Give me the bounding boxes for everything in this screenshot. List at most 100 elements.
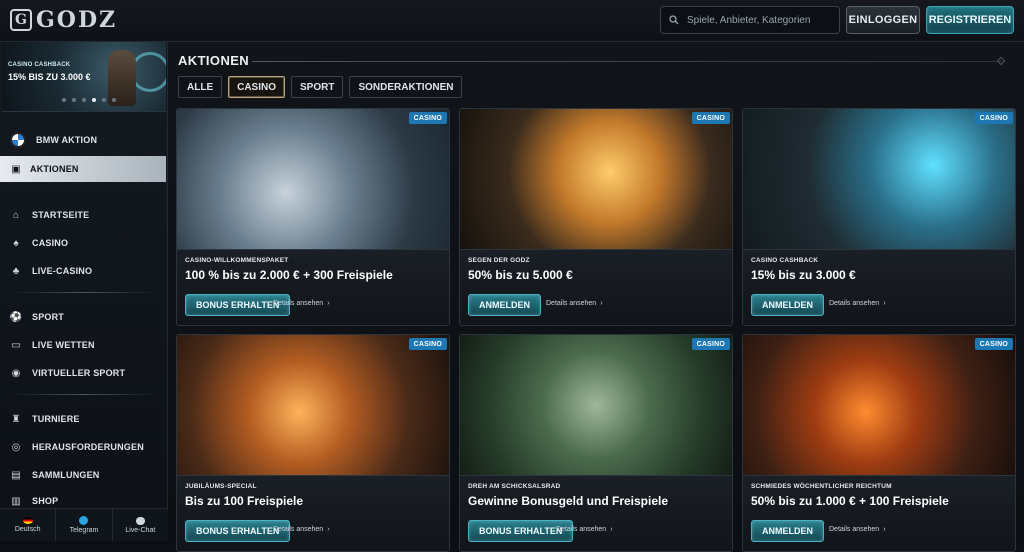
promo-card-image (743, 109, 1015, 249)
chat-bubble-icon (135, 516, 145, 525)
chevron-right-icon: › (327, 526, 330, 533)
login-button[interactable]: EINLOGGEN (846, 6, 920, 34)
sidebar-item-startseite[interactable]: ⌂ STARTSEITE (0, 204, 166, 226)
sidebar-item-herausforderungen[interactable]: ◎ HERAUSFORDERUNGEN (0, 436, 166, 458)
casino-icon: ♠ (13, 237, 19, 249)
filter-tab-sonderaktionen[interactable]: SONDERAKTIONEN (349, 76, 463, 98)
collection-icon: ▤ (11, 469, 21, 481)
search-icon (669, 15, 679, 25)
sidebar-item-live-wetten[interactable]: ▭ LIVE WETTEN (0, 334, 166, 356)
anmelden-button[interactable]: ANMELDEN (751, 520, 824, 542)
sidebar-item-bmw-aktion[interactable]: BMW AKTION (0, 126, 166, 154)
search-bar[interactable] (660, 6, 840, 34)
sidebar-item-label: SPORT (32, 312, 65, 322)
chevron-right-icon: › (883, 526, 886, 533)
details-link[interactable]: Details ansehen › (829, 300, 886, 307)
carousel-dot[interactable] (62, 98, 66, 102)
promo-card[interactable]: CASINO SEGEN DER GODZ 50% bis zu 5.000 €… (459, 108, 733, 326)
promo-card-info: SEGEN DER GODZ 50% bis zu 5.000 € ANMELD… (460, 249, 732, 325)
details-label: Details ansehen (273, 300, 324, 307)
language-label: Deutsch (14, 526, 41, 533)
filter-tab-casino[interactable]: CASINO (228, 76, 286, 98)
sidebar-promo-banner[interactable]: CASINO CASHBACK 15% BIS ZU 3.000 € (2, 42, 166, 112)
sidebar-item-label: TURNIERE (32, 414, 80, 424)
promo-card-offer: 100 % bis zu 2.000 € + 300 Freispiele (185, 268, 393, 282)
details-label: Details ansehen (829, 300, 880, 307)
live-chat-button[interactable]: Live-Chat (113, 509, 168, 541)
sidebar-item-label: LIVE-CASINO (32, 266, 93, 276)
carousel-dot-active[interactable] (92, 98, 96, 102)
sidebar-item-casino[interactable]: ♠ CASINO (0, 232, 166, 254)
chevron-right-icon: › (610, 526, 613, 533)
sidebar-item-label: SAMMLUNGEN (32, 470, 100, 480)
anmelden-button[interactable]: ANMELDEN (468, 294, 541, 316)
sidebar-item-label: HERAUSFORDERUNGEN (32, 442, 144, 452)
sidebar-item-label: BMW AKTION (36, 135, 98, 145)
promo-card-info: CASINO CASHBACK 15% bis zu 3.000 € ANMEL… (743, 249, 1015, 325)
telegram-label: Telegram (69, 527, 99, 534)
promo-card-subtitle: SEGEN DER GODZ (468, 257, 530, 264)
live-betting-icon: ▭ (11, 339, 21, 351)
details-link[interactable]: Details ansehen › (546, 300, 603, 307)
promo-card-info: JUBILÄUMS-SPECIAL Bis zu 100 Freispiele … (177, 475, 449, 551)
promo-card-offer: 50% bis zu 1.000 € + 100 Freispiele (751, 494, 949, 508)
home-icon: ⌂ (12, 209, 20, 221)
title-divider-line (252, 61, 1002, 62)
details-link[interactable]: Details ansehen › (273, 526, 330, 533)
sidebar-item-live-casino[interactable]: ♣ LIVE-CASINO (0, 260, 166, 282)
promo-carousel-dots[interactable] (62, 98, 116, 102)
main-content: AKTIONEN ALLE CASINO SPORT SONDERAKTIONE… (168, 42, 1024, 552)
promo-card-image (177, 109, 449, 249)
top-header: G GODZ EINLOGGEN REGISTRIEREN (0, 0, 1024, 42)
godz-logo[interactable]: G GODZ (10, 6, 117, 34)
promo-card-subtitle: JUBILÄUMS-SPECIAL (185, 483, 257, 490)
casino-badge: CASINO (408, 112, 447, 124)
details-link[interactable]: Details ansehen › (556, 526, 613, 533)
sidebar-item-turniere[interactable]: ♜ TURNIERE (0, 408, 166, 430)
live-chat-label: Live-Chat (125, 526, 156, 534)
promo-tag: CASINO CASHBACK (8, 62, 71, 68)
telegram-icon (79, 516, 89, 525)
carousel-dot[interactable] (72, 98, 76, 102)
promo-card[interactable]: CASINO SCHMIEDES WÖCHENTLICHER REICHTUM … (742, 334, 1016, 552)
promo-card-subtitle: CASINO-WILLKOMMENSPAKET (185, 257, 289, 264)
details-label: Details ansehen (556, 526, 607, 533)
language-selector[interactable]: Deutsch (0, 509, 57, 541)
sidebar-item-label: STARTSEITE (32, 210, 90, 220)
register-button[interactable]: REGISTRIEREN (926, 6, 1014, 34)
promo-card-info: DREH AM SCHICKSALSRAD Gewinne Bonusgeld … (460, 475, 732, 551)
promo-card[interactable]: CASINO CASINO CASHBACK 15% bis zu 3.000 … (742, 108, 1016, 326)
promo-card-info: CASINO-WILLKOMMENSPAKET 100 % bis zu 2.0… (177, 249, 449, 325)
page-title: AKTIONEN (178, 53, 250, 68)
german-flag-icon (22, 517, 33, 524)
details-link[interactable]: Details ansehen › (273, 300, 330, 307)
filter-tab-alle[interactable]: ALLE (178, 76, 223, 98)
promo-card[interactable]: CASINO CASINO-WILLKOMMENSPAKET 100 % bis… (176, 108, 450, 326)
promo-title: 15% BIS ZU 3.000 € (8, 72, 91, 82)
sidebar-item-sammlungen[interactable]: ▤ SAMMLUNGEN (0, 464, 166, 486)
details-link[interactable]: Details ansehen › (829, 526, 886, 533)
sidebar-divider (10, 292, 158, 293)
promo-card-image (460, 109, 732, 249)
carousel-dot[interactable] (102, 98, 106, 102)
sidebar-item-sport[interactable]: ⚽ SPORT (0, 306, 166, 328)
promo-card-offer: 50% bis zu 5.000 € (468, 268, 573, 282)
search-input[interactable] (687, 14, 837, 26)
promo-card-image (743, 335, 1015, 475)
gift-icon: ▣ (11, 163, 21, 175)
telegram-link[interactable]: Telegram (56, 509, 113, 541)
carousel-dot[interactable] (82, 98, 86, 102)
promo-card-offer: 15% bis zu 3.000 € (751, 268, 856, 282)
carousel-dot[interactable] (112, 98, 116, 102)
anmelden-button[interactable]: ANMELDEN (751, 294, 824, 316)
sidebar: CASINO CASHBACK 15% BIS ZU 3.000 € BMW A… (0, 42, 168, 541)
promo-card[interactable]: CASINO DREH AM SCHICKSALSRAD Gewinne Bon… (459, 334, 733, 552)
sidebar-item-label: VIRTUELLER SPORT (32, 368, 126, 378)
sidebar-item-aktionen[interactable]: ▣ AKTIONEN (0, 156, 166, 182)
sidebar-item-virtueller-sport[interactable]: ◉ VIRTUELLER SPORT (0, 362, 166, 384)
virtual-sport-icon: ◉ (11, 367, 21, 379)
live-casino-icon: ♣ (12, 265, 20, 277)
filter-tab-sport[interactable]: SPORT (291, 76, 344, 98)
casino-badge: CASINO (408, 338, 447, 350)
promo-card[interactable]: CASINO JUBILÄUMS-SPECIAL Bis zu 100 Frei… (176, 334, 450, 552)
